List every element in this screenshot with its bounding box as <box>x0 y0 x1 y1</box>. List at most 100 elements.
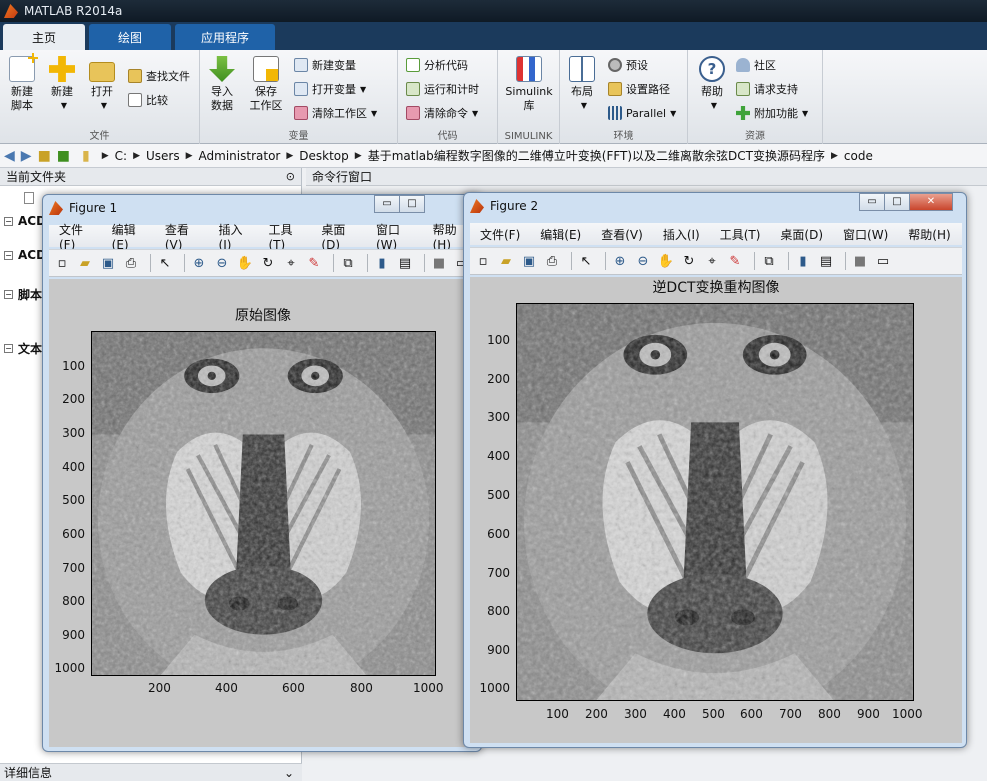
zoom-in-icon[interactable]: ⊕ <box>611 252 629 270</box>
new-button[interactable]: 新建 ▼ <box>42 56 82 113</box>
simulink-group: Simulink 库 SIMULINK <box>498 50 560 144</box>
zoom-out-icon[interactable]: ⊖ <box>213 254 231 272</box>
layout-button[interactable]: 布局 ▼ <box>562 56 602 113</box>
legend-icon[interactable]: ▤ <box>817 252 835 270</box>
hide-tools-icon[interactable]: ■ <box>851 252 869 270</box>
tab-home[interactable]: 主页 <box>3 24 85 50</box>
compare-button[interactable]: 比较 <box>128 90 168 110</box>
dock-icon[interactable]: ▭ <box>874 252 892 270</box>
breadcrumb-item[interactable]: code <box>844 149 873 163</box>
menu-view[interactable]: 查看(V) <box>601 226 643 243</box>
set-path-button[interactable]: 设置路径 <box>608 79 670 99</box>
pointer-icon[interactable]: ↖ <box>156 254 174 272</box>
help-button[interactable]: ? 帮助 ▼ <box>692 56 732 113</box>
simulink-library-button[interactable]: Simulink 库 <box>502 56 556 113</box>
figure-1-window[interactable]: Figure 1 ▭ □ 文件(F) 编辑(E) 查看(V) 插入(I) 工具(… <box>42 194 482 752</box>
open-button[interactable]: 打开 ▼ <box>82 56 122 113</box>
menu-tools[interactable]: 工具(T) <box>720 226 761 243</box>
open-file-icon[interactable]: ▰ <box>76 254 94 272</box>
save-icon[interactable]: ▣ <box>520 252 538 270</box>
open-variable-button[interactable]: 打开变量 ▼ <box>294 79 366 99</box>
community-button[interactable]: 社区 <box>736 55 776 75</box>
chevron-down-icon[interactable]: ⌄ <box>284 766 294 780</box>
maximize-button[interactable]: □ <box>399 195 425 213</box>
image-axes[interactable] <box>516 303 914 701</box>
menu-insert[interactable]: 插入(I) <box>219 221 249 252</box>
zoom-in-icon[interactable]: ⊕ <box>190 254 208 272</box>
find-files-button[interactable]: 查找文件 <box>128 66 190 86</box>
menu-view[interactable]: 查看(V) <box>165 221 199 252</box>
menu-insert[interactable]: 插入(I) <box>663 226 700 243</box>
menu-help[interactable]: 帮助(H) <box>433 221 467 252</box>
menu-edit[interactable]: 编辑(E) <box>112 221 145 252</box>
menu-tools[interactable]: 工具(T) <box>268 221 301 252</box>
menu-desktop[interactable]: 桌面(D) <box>321 221 356 252</box>
menu-help[interactable]: 帮助(H) <box>908 226 950 243</box>
menu-edit[interactable]: 编辑(E) <box>540 226 581 243</box>
tree-item[interactable]: − 脚本 <box>4 286 42 303</box>
save-icon[interactable]: ▣ <box>99 254 117 272</box>
colorbar-icon[interactable]: ▮ <box>794 252 812 270</box>
colorbar-icon[interactable]: ▮ <box>373 254 391 272</box>
pan-hand-icon[interactable]: ✋ <box>657 252 675 270</box>
figure-2-window[interactable]: Figure 2 ▭ □ ✕ 文件(F) 编辑(E) 查看(V) 插入(I) 工… <box>463 192 967 748</box>
brush-icon[interactable]: ✎ <box>305 254 323 272</box>
browse-folder-icon[interactable]: ■ <box>57 148 70 164</box>
preferences-button[interactable]: 预设 <box>608 55 648 75</box>
menu-desktop[interactable]: 桌面(D) <box>780 226 823 243</box>
pan-hand-icon[interactable]: ✋ <box>236 254 254 272</box>
menu-window[interactable]: 窗口(W) <box>843 226 888 243</box>
details-panel[interactable]: 详细信息 ⌄ <box>0 763 302 781</box>
rotate-icon[interactable]: ↻ <box>259 254 277 272</box>
breadcrumb-item[interactable]: 基于matlab编程数字图像的二维傅立叶变换(FFT)以及二维离散余弦DCT变换… <box>368 147 825 164</box>
tab-plots[interactable]: 绘图 <box>89 24 171 50</box>
minimize-button[interactable]: ▭ <box>859 193 885 211</box>
parallel-button[interactable]: Parallel ▼ <box>608 103 676 123</box>
image-axes[interactable] <box>91 331 436 676</box>
save-workspace-button[interactable]: 保存 工作区 <box>244 56 288 113</box>
x-tick-label: 100 <box>546 707 569 721</box>
menu-file[interactable]: 文件(F) <box>480 226 520 243</box>
brush-icon[interactable]: ✎ <box>726 252 744 270</box>
print-icon[interactable]: ⎙ <box>543 252 561 270</box>
data-cursor-icon[interactable]: ⌖ <box>282 254 300 272</box>
clear-workspace-button[interactable]: 清除工作区 ▼ <box>294 103 377 123</box>
print-icon[interactable]: ⎙ <box>122 254 140 272</box>
hide-tools-icon[interactable]: ■ <box>430 254 448 272</box>
run-and-time-button[interactable]: 运行和计时 <box>406 79 479 99</box>
maximize-button[interactable]: □ <box>884 193 910 211</box>
menu-file[interactable]: 文件(F) <box>59 221 92 252</box>
panel-menu-icon[interactable]: ⊙ <box>286 170 295 183</box>
import-data-button[interactable]: 导入 数据 <box>202 56 242 113</box>
up-folder-icon[interactable]: ■ <box>38 148 51 164</box>
back-arrow-icon[interactable]: ◀ <box>4 148 15 164</box>
menu-window[interactable]: 窗口(W) <box>376 221 413 252</box>
open-file-icon[interactable]: ▰ <box>497 252 515 270</box>
forward-arrow-icon[interactable]: ▶ <box>21 148 32 164</box>
new-figure-icon[interactable]: ▫ <box>474 252 492 270</box>
clear-commands-button[interactable]: 清除命令 ▼ <box>406 103 478 123</box>
breadcrumb-item[interactable]: Desktop <box>299 149 349 163</box>
analyze-code-button[interactable]: 分析代码 <box>406 55 468 75</box>
legend-icon[interactable]: ▤ <box>396 254 414 272</box>
breadcrumb-item[interactable]: Users <box>146 149 180 163</box>
tree-item[interactable]: − 文本 <box>4 340 42 357</box>
zoom-out-icon[interactable]: ⊖ <box>634 252 652 270</box>
breadcrumb-item[interactable]: C: <box>115 149 127 163</box>
breadcrumb-item[interactable]: Administrator <box>199 149 281 163</box>
new-variable-button[interactable]: 新建变量 <box>294 55 356 75</box>
tree-item[interactable]: − ACD <box>4 248 46 262</box>
minimize-button[interactable]: ▭ <box>374 195 400 213</box>
request-support-button[interactable]: 请求支持 <box>736 79 798 99</box>
link-plot-icon[interactable]: ⧉ <box>339 254 357 272</box>
new-figure-icon[interactable]: ▫ <box>53 254 71 272</box>
link-plot-icon[interactable]: ⧉ <box>760 252 778 270</box>
add-ons-button[interactable]: 附加功能 ▼ <box>736 103 808 123</box>
data-cursor-icon[interactable]: ⌖ <box>703 252 721 270</box>
tree-item[interactable]: − ACD <box>4 214 46 228</box>
tab-apps[interactable]: 应用程序 <box>175 24 275 50</box>
rotate-icon[interactable]: ↻ <box>680 252 698 270</box>
close-button[interactable]: ✕ <box>909 193 953 211</box>
new-script-button[interactable]: 新建 脚本 <box>2 53 42 113</box>
pointer-icon[interactable]: ↖ <box>577 252 595 270</box>
